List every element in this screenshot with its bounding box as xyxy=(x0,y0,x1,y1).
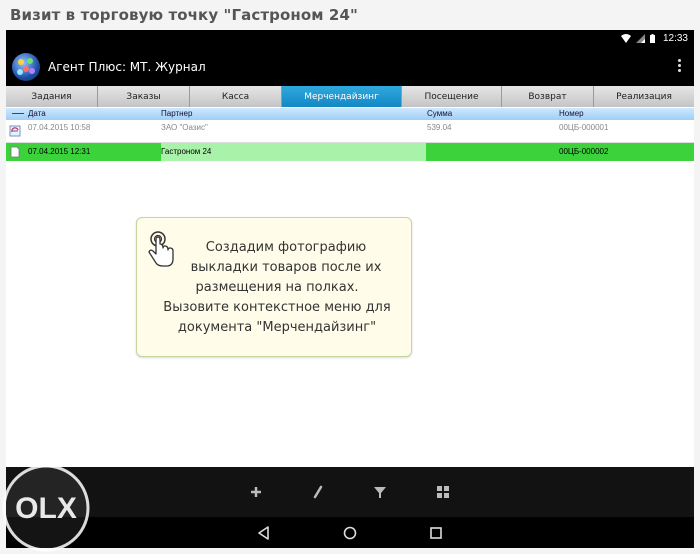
watermark-text: OLX xyxy=(15,492,77,525)
column-header-number[interactable]: Номер xyxy=(559,109,584,118)
document-icon xyxy=(10,146,20,158)
status-time: 12:33 xyxy=(662,33,688,44)
tab-realizatsiya[interactable]: Реализация xyxy=(594,86,694,107)
device-screen: 12:33 Агент Плюс: МТ. Журнал Задания Зак… xyxy=(6,30,694,548)
cell-sum: 539.04 xyxy=(427,123,452,132)
status-bar: 12:33 xyxy=(6,30,694,48)
overflow-menu-icon[interactable] xyxy=(676,57,682,77)
cell-date: 07.04.2015 12:31 xyxy=(28,147,91,156)
cell-partner: Гастроном 24 xyxy=(161,147,212,156)
hint-line: размещения на полках. xyxy=(195,280,359,295)
grid-icon[interactable] xyxy=(433,482,453,502)
page-title: Визит в торговую точку "Гастроном 24" xyxy=(10,6,358,24)
hint-line: Создадим фотографию xyxy=(205,240,367,255)
tab-kassa[interactable]: Касса xyxy=(190,86,282,107)
filter-icon[interactable] xyxy=(370,482,390,502)
document-sync-icon xyxy=(9,125,21,137)
battery-icon xyxy=(649,34,655,43)
hint-line: выкладки товаров после их xyxy=(190,260,382,275)
tab-vozvrat[interactable]: Возврат xyxy=(502,86,594,107)
cell-number: 00ЦБ-000001 xyxy=(559,123,609,132)
table-row-selected[interactable]: 07.04.2015 12:31 Гастроном 24 00ЦБ-00000… xyxy=(6,143,694,161)
olx-watermark-logo: OLX xyxy=(2,464,90,552)
cell-date: 07.04.2015 10:58 xyxy=(28,123,91,132)
tab-bar: Задания Заказы Касса Мерчендайзинг Посещ… xyxy=(6,86,694,107)
cell-number: 00ЦБ-000002 xyxy=(559,147,609,156)
home-icon[interactable] xyxy=(342,525,358,541)
system-nav-bar xyxy=(6,517,694,548)
column-header-sum[interactable]: Сумма xyxy=(427,109,452,118)
app-title: Агент Плюс: МТ. Журнал xyxy=(48,60,206,74)
add-icon[interactable] xyxy=(246,482,266,502)
edit-icon[interactable] xyxy=(308,482,328,502)
cell-partner: ЗАО "Оазис" xyxy=(161,123,208,132)
action-bar: Агент Плюс: МТ. Журнал xyxy=(6,48,694,86)
tab-zadaniya[interactable]: Задания xyxy=(6,86,98,107)
app-logo-icon[interactable] xyxy=(12,53,40,81)
signal-icon xyxy=(635,34,645,43)
tab-zakazy[interactable]: Заказы xyxy=(98,86,190,107)
hint-line: Вызовите контекстное меню для xyxy=(163,300,391,315)
tab-merchandising[interactable]: Мерчендайзинг xyxy=(282,86,402,107)
hint-text: Создадим фотографию выкладки товаров пос… xyxy=(157,238,397,338)
recents-icon[interactable] xyxy=(428,525,444,541)
table-header: Дата Партнер Сумма Номер xyxy=(6,108,694,120)
hint-line: документа "Мерчендайзинг" xyxy=(177,320,377,335)
sort-indicator-icon xyxy=(12,113,24,114)
table-row[interactable]: 07.04.2015 10:58 ЗАО "Оазис" 539.04 00ЦБ… xyxy=(6,121,694,141)
column-header-partner[interactable]: Партнер xyxy=(161,109,192,118)
hint-callout: Создадим фотографию выкладки товаров пос… xyxy=(136,217,412,357)
tab-poseshchenie[interactable]: Посещение xyxy=(402,86,502,107)
bottom-action-bar xyxy=(6,467,694,517)
document-list: Дата Партнер Сумма Номер 07.04.2015 10:5… xyxy=(6,107,694,467)
column-header-date[interactable]: Дата xyxy=(28,109,46,118)
wifi-icon xyxy=(620,34,631,43)
back-icon[interactable] xyxy=(256,525,272,541)
